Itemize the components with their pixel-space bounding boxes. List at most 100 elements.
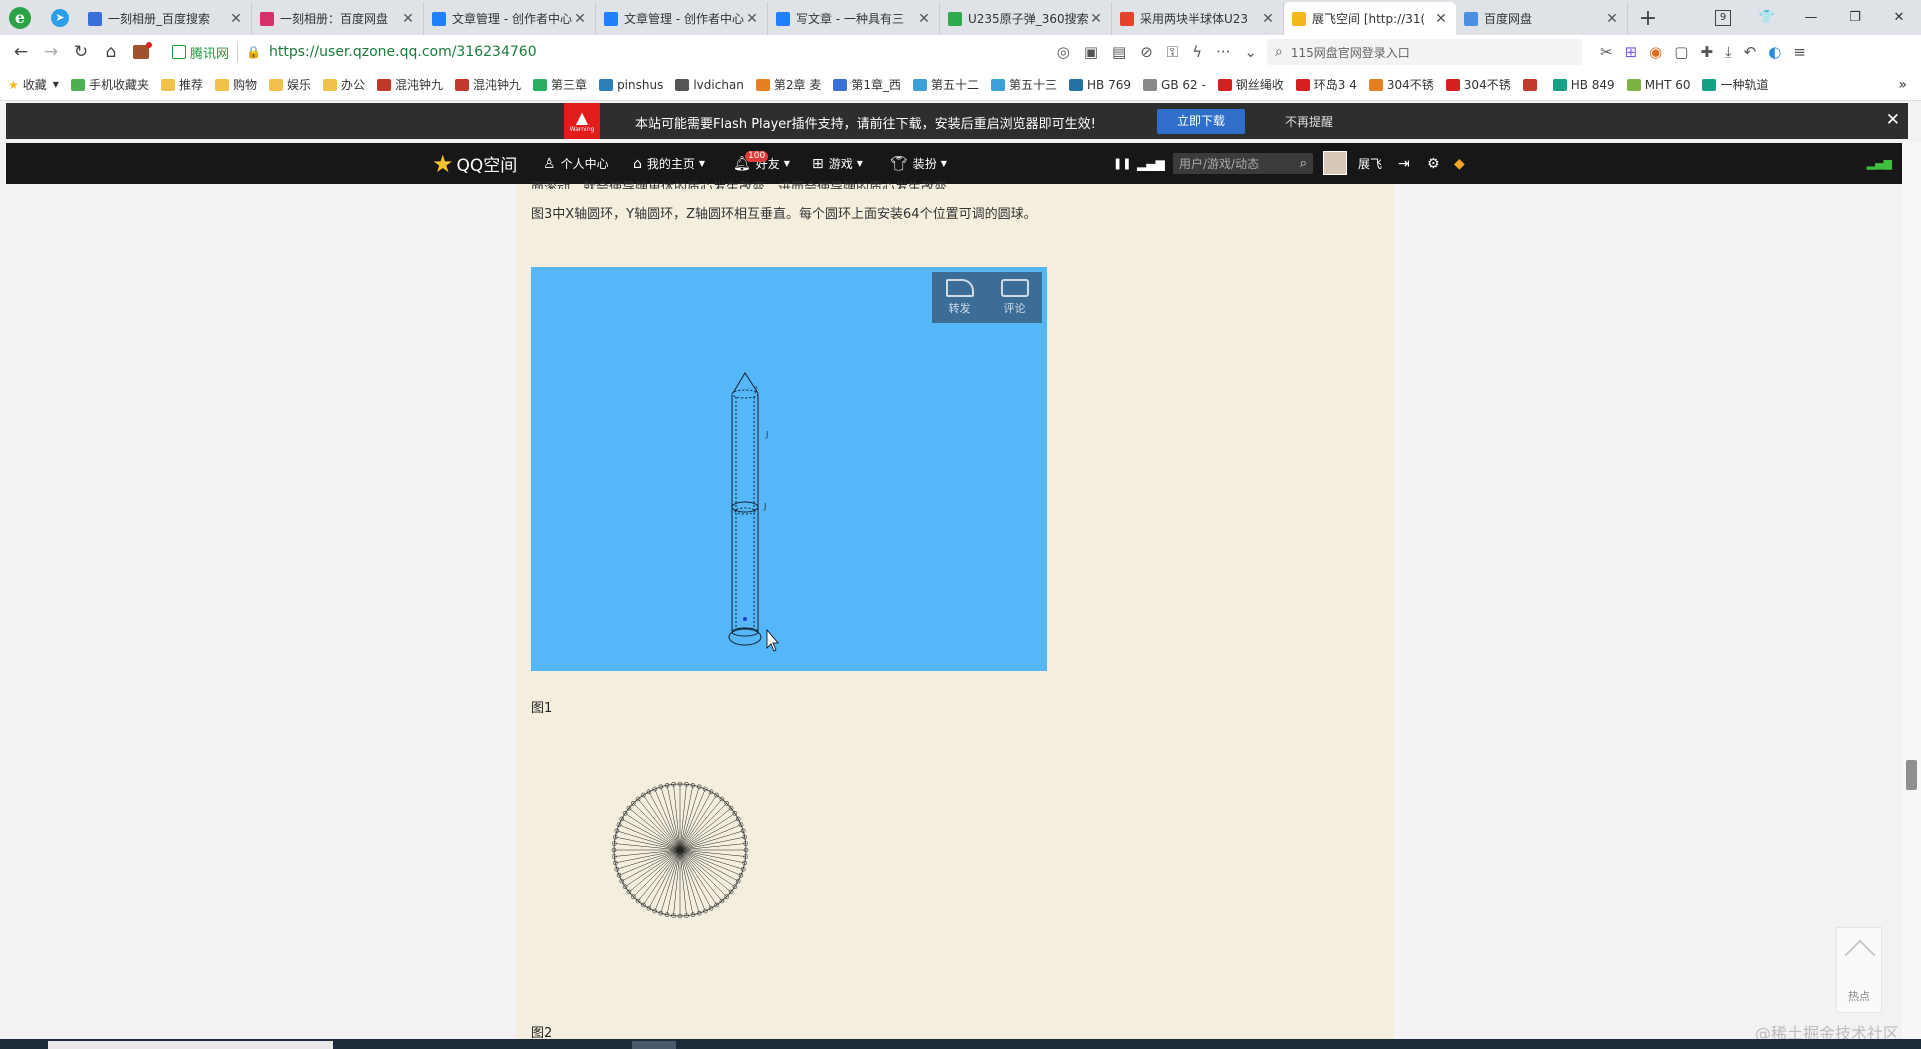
tab-close-icon[interactable]: ✕ [401, 11, 415, 27]
puzzle-icon[interactable]: ✚ [1700, 43, 1713, 61]
tab-close-icon[interactable]: ✕ [573, 11, 587, 27]
bookmark-item[interactable] [1522, 78, 1541, 91]
search-input[interactable]: 115网盘官网登录入口 [1291, 44, 1410, 61]
restore-button[interactable]: ❐ [1833, 10, 1877, 25]
new-tab-button[interactable]: + [1628, 2, 1668, 35]
tab-close-icon[interactable]: ✕ [917, 11, 931, 27]
figure-2-image[interactable] [605, 775, 755, 925]
window-icon[interactable]: ▢ [1674, 43, 1688, 61]
compass-icon[interactable]: ⊘ [1140, 43, 1153, 61]
tab-close-icon[interactable]: ✕ [1261, 11, 1275, 27]
tab-close-icon[interactable]: ✕ [1434, 11, 1448, 27]
bar-chart-icon[interactable]: ▂▄▆ [1137, 143, 1165, 184]
tab-close-icon[interactable]: ✕ [229, 11, 243, 27]
taskbar-item[interactable] [48, 1041, 333, 1049]
site-badge[interactable]: 腾讯网 [172, 42, 239, 62]
translate-icon[interactable]: ⊞ [1625, 43, 1638, 61]
flash-dismiss-link[interactable]: 不再提醒 [1285, 113, 1333, 130]
browser-logo-icon[interactable]: e [0, 0, 40, 35]
bookmark-item[interactable]: pinshus [599, 78, 663, 92]
gear-icon[interactable]: ⚙ [1427, 143, 1440, 184]
bookmark-item[interactable]: 混沌钟九 [377, 76, 443, 93]
qzone-search-input[interactable]: 用户/游戏/动态 [1179, 155, 1259, 172]
scrollbar-thumb[interactable] [1906, 760, 1917, 790]
undo-icon[interactable]: ↶ [1744, 43, 1757, 61]
chevron-down-icon[interactable]: ⌄ [1244, 43, 1257, 61]
bookmark-item[interactable]: 304不锈 [1368, 76, 1434, 93]
bookmark-item[interactable]: 304不锈 [1445, 76, 1511, 93]
scissors-icon[interactable]: ✂ [1600, 43, 1613, 61]
diamond-icon[interactable]: ◆ [1454, 143, 1465, 184]
telegram-icon[interactable]: ➤ [40, 0, 80, 35]
vertical-scrollbar[interactable] [1902, 143, 1921, 1039]
avatar[interactable] [1323, 151, 1347, 175]
tab-0[interactable]: 一刻相册_百度搜索 ✕ [80, 2, 252, 35]
bookmark-item[interactable]: 混沌钟九 [455, 76, 521, 93]
bookmark-favorites[interactable]: ★ 收藏 ▼ [8, 76, 59, 93]
gamepad-icon[interactable]: ◉ [1649, 43, 1662, 61]
screenshot-icon[interactable]: ▣ [1084, 43, 1098, 61]
home-button[interactable]: ⌂ [96, 42, 126, 62]
bookmark-item[interactable]: 推荐 [160, 76, 203, 93]
tab-1[interactable]: 一刻相册：百度网盘 ✕ [252, 2, 424, 35]
qzone-logo[interactable]: ★ QQ空间 [432, 143, 517, 184]
bookmark-item[interactable]: 娱乐 [268, 76, 311, 93]
tab-close-icon[interactable]: ✕ [745, 11, 759, 27]
minimize-button[interactable]: — [1789, 10, 1833, 25]
bookmark-item[interactable]: 办公 [323, 76, 365, 93]
skin-icon[interactable]: 👕 [1745, 10, 1789, 25]
address-bar[interactable]: 腾讯网 🔒 https://user.qzone.qq.com/31623476… [162, 38, 1267, 66]
flash-download-button[interactable]: 立即下载 [1157, 109, 1245, 134]
bookmark-item[interactable]: 第三章 [533, 76, 587, 93]
key-icon[interactable]: ⚿ [1167, 43, 1178, 61]
reload-button[interactable]: ↻ [66, 42, 96, 62]
back-to-top-button[interactable]: 热点 [1836, 927, 1882, 1013]
taskbar-item[interactable] [632, 1041, 676, 1049]
bookmark-item[interactable]: 第五十二 [913, 76, 979, 93]
bookmark-item[interactable]: 购物 [214, 76, 257, 93]
target-icon[interactable]: ◎ [1057, 43, 1070, 61]
edge-icon[interactable]: ◐ [1768, 43, 1781, 61]
bookmark-item[interactable]: 环岛3 4 [1295, 76, 1357, 93]
url-text[interactable]: https://user.qzone.qq.com/316234760 [269, 44, 537, 60]
tab-2[interactable]: 文章管理 - 创作者中心 ✕ [424, 2, 596, 35]
tab-7[interactable]: 展飞空间 [http://31(✕ [1284, 2, 1456, 35]
tab-close-icon[interactable]: ✕ [1605, 11, 1619, 27]
briefcase-icon[interactable] [126, 42, 156, 59]
image-icon[interactable]: ▤ [1112, 43, 1126, 61]
tab-3[interactable]: 文章管理 - 创作者中心 ✕ [596, 2, 768, 35]
logout-icon[interactable]: ⇥ [1398, 143, 1410, 184]
tab-5[interactable]: U235原子弹_360搜索 ✕ [940, 2, 1112, 35]
back-button[interactable]: ← [6, 42, 36, 62]
search-box[interactable]: ⌕ 115网盘官网登录入口 [1267, 39, 1582, 65]
bookmark-item[interactable]: MHT 60 [1626, 78, 1690, 92]
menu-icon[interactable]: ≡ [1793, 43, 1806, 61]
lightning-icon[interactable]: ϟ [1192, 43, 1202, 61]
tab-8[interactable]: 百度网盘 ✕ [1456, 2, 1628, 35]
bookmark-item[interactable]: lvdichan [675, 78, 744, 92]
bookmark-item[interactable]: HB 769 [1069, 78, 1131, 92]
hot-label[interactable]: 热点 [1837, 988, 1881, 1004]
figure-1-image[interactable]: 转发 评论 J J J [531, 267, 1047, 671]
forward-button[interactable]: → [36, 42, 66, 62]
bookmarks-more-button[interactable]: » [1898, 77, 1921, 93]
pause-icon[interactable]: ❚❚ [1113, 143, 1131, 184]
close-icon[interactable]: ✕ [1886, 110, 1900, 130]
tab-count-button[interactable]: 9 [1701, 9, 1745, 26]
close-window-button[interactable]: ✕ [1877, 10, 1921, 25]
bookmark-item[interactable]: HB 849 [1552, 78, 1615, 92]
bookmark-item[interactable]: 钢丝绳收 [1217, 76, 1284, 93]
search-icon[interactable]: ⌕ [1300, 156, 1307, 171]
username[interactable]: 展飞 [1358, 143, 1382, 184]
more-icon[interactable]: ··· [1216, 43, 1230, 61]
bookmark-item[interactable]: 第1章_西 [833, 76, 901, 93]
tab-close-icon[interactable]: ✕ [1089, 11, 1103, 27]
tab-4[interactable]: 写文章 - 一种具有三 ✕ [768, 2, 940, 35]
download-icon[interactable]: ⤓ [1725, 43, 1732, 61]
bookmark-item[interactable]: 一种轨道 [1702, 76, 1769, 93]
bookmark-item[interactable]: GB 62 - [1143, 78, 1206, 92]
bookmark-item[interactable]: 第2章 麦 [755, 76, 821, 93]
bookmark-item[interactable]: 手机收藏夹 [70, 76, 149, 93]
qzone-search[interactable]: 用户/游戏/动态 ⌕ [1173, 153, 1313, 174]
bookmark-item[interactable]: 第五十三 [991, 76, 1057, 93]
